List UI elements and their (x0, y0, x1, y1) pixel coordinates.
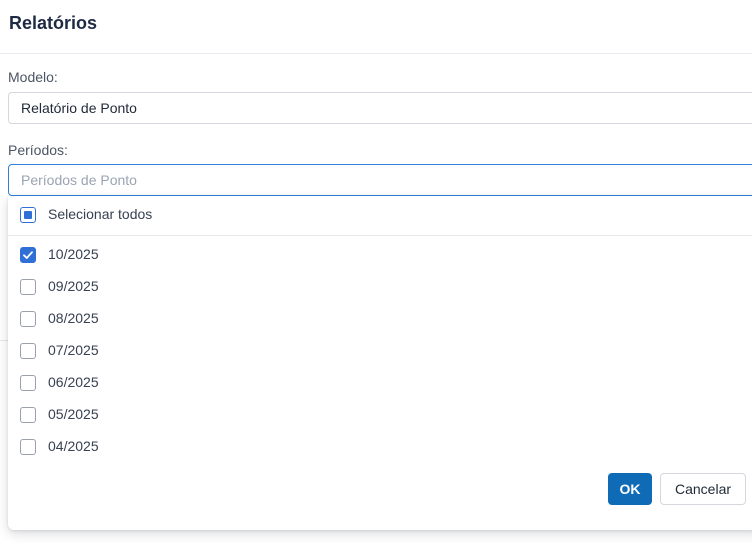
option-checkbox[interactable] (20, 375, 36, 391)
option-label: 04/2025 (48, 438, 99, 454)
option-checkbox[interactable] (20, 343, 36, 359)
option-label: 10/2025 (48, 246, 99, 262)
ok-button[interactable]: OK (608, 473, 652, 505)
option-label: 05/2025 (48, 406, 99, 422)
modelo-label: Modelo: (8, 69, 58, 85)
select-all-checkbox[interactable] (20, 207, 36, 223)
option-label: 08/2025 (48, 310, 99, 326)
option-checkbox[interactable] (20, 311, 36, 327)
option-row[interactable]: 07/2025 (8, 335, 752, 367)
periodos-multiselect[interactable]: Períodos de Ponto (8, 164, 752, 196)
option-label: 07/2025 (48, 342, 99, 358)
periodos-dropdown-panel: Selecionar todos 10/2025 09/2025 08/2025… (8, 196, 752, 530)
periodos-placeholder: Períodos de Ponto (21, 172, 137, 188)
modelo-select-value: Relatório de Ponto (21, 100, 137, 116)
option-row[interactable]: 04/2025 (8, 431, 752, 463)
periodos-label: Períodos: (8, 142, 68, 158)
option-row[interactable]: 05/2025 (8, 399, 752, 431)
option-row[interactable]: 10/2025 (8, 239, 752, 271)
option-label: 06/2025 (48, 374, 99, 390)
option-row[interactable]: 08/2025 (8, 303, 752, 335)
option-row[interactable]: 06/2025 (8, 367, 752, 399)
option-label: 09/2025 (48, 278, 99, 294)
option-checkbox[interactable] (20, 439, 36, 455)
background-divider (0, 340, 8, 341)
option-checkbox[interactable] (20, 247, 36, 263)
select-all-label: Selecionar todos (48, 206, 153, 222)
page-title: Relatórios (9, 13, 98, 33)
reports-page: Relatórios Modelo: Relatório de Ponto Pe… (0, 0, 752, 545)
checkmark-icon (23, 251, 33, 259)
partial-indicator-icon (24, 211, 32, 219)
cancel-button[interactable]: Cancelar (660, 473, 746, 505)
page-header: Relatórios (0, 0, 752, 54)
option-checkbox[interactable] (20, 407, 36, 423)
select-all-row[interactable]: Selecionar todos (8, 196, 752, 236)
modelo-select[interactable]: Relatório de Ponto (8, 92, 752, 124)
option-row[interactable]: 09/2025 (8, 271, 752, 303)
option-checkbox[interactable] (20, 279, 36, 295)
